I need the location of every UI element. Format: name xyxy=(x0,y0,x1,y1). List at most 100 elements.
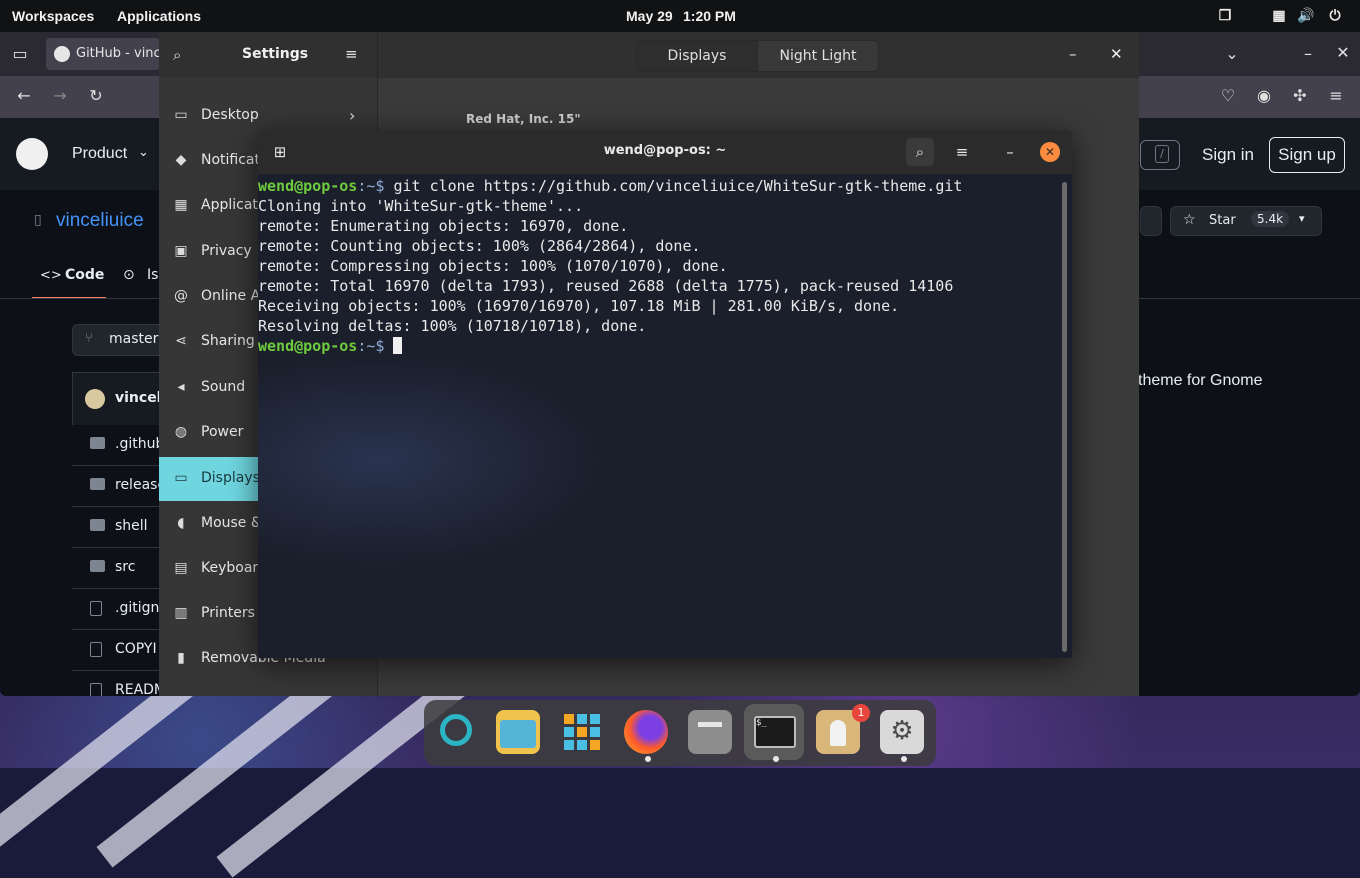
code-icon: <> xyxy=(40,268,62,283)
running-indicator xyxy=(645,756,651,762)
settings-icon[interactable]: ⚙ xyxy=(880,710,924,754)
tab-issues[interactable]: Is xyxy=(147,267,158,283)
terminal-line: wend@pop-os:~$ xyxy=(258,336,403,356)
header-divider xyxy=(377,32,378,78)
gear-icon: ⚙ xyxy=(890,716,914,746)
terminal-line: Cloning into 'WhiteSur-gtk-theme'... xyxy=(258,197,584,215)
star-dropdown-icon[interactable]: ▾ xyxy=(1299,212,1305,225)
tab-night-light[interactable]: Night Light xyxy=(757,40,879,72)
minimize-icon[interactable]: – xyxy=(996,138,1024,166)
close-icon[interactable]: ✕ xyxy=(1331,43,1355,62)
magnifier-lens xyxy=(440,714,472,746)
terminal-line: remote: Total 16970 (delta 1793), reused… xyxy=(258,277,954,295)
search-box[interactable]: / xyxy=(1140,140,1180,170)
usb-icon: ▮ xyxy=(177,650,185,666)
clock-date[interactable]: May 29 xyxy=(626,8,673,24)
hamburger-menu-icon[interactable]: ≡ xyxy=(948,138,976,166)
file-icon xyxy=(90,683,102,696)
github-favicon-icon xyxy=(54,46,70,62)
chevron-down-icon: ⌄ xyxy=(138,145,149,160)
notifications-button[interactable] xyxy=(1140,206,1162,236)
search-shortcut-key: / xyxy=(1155,145,1169,163)
terminal-header-bar: ⊞ wend@pop-os: ~ ⌕ ≡ – ✕ xyxy=(258,130,1072,174)
terminal-line: Receiving objects: 100% (16970/16970), 1… xyxy=(258,297,900,315)
hand-icon: ▣ xyxy=(174,243,188,259)
star-icon: ☆ xyxy=(1183,212,1196,228)
scrollbar[interactable] xyxy=(1062,182,1067,652)
speaker-icon: ◂ xyxy=(177,379,185,395)
sign-up-button[interactable]: Sign up xyxy=(1269,137,1345,173)
repo-description: theme for Gnome xyxy=(1138,372,1263,389)
list-tabs-icon[interactable]: ⌄ xyxy=(1220,44,1244,63)
terminal-icon[interactable]: $_ xyxy=(744,704,804,760)
minimize-icon[interactable]: – xyxy=(1296,44,1320,63)
file-name[interactable]: COPYI xyxy=(115,641,157,657)
sign-in-link[interactable]: Sign in xyxy=(1202,145,1254,165)
dock: $_ 1 ⚙ xyxy=(424,700,936,766)
close-icon[interactable]: ✕ xyxy=(1040,142,1060,162)
file-name[interactable]: .gitign xyxy=(115,600,159,616)
file-name[interactable]: src xyxy=(115,559,135,575)
terminal-line: remote: Counting objects: 100% (2864/286… xyxy=(258,237,701,255)
extensions-icon[interactable]: ✣ xyxy=(1288,86,1312,105)
volume-icon[interactable]: 🔊 xyxy=(1297,7,1314,23)
display-name: Red Hat, Inc. 15" xyxy=(466,112,581,126)
file-name[interactable]: .github xyxy=(115,436,164,452)
settings-header-bar: ⌕ Settings ≡ Displays Night Light – ✕ xyxy=(159,32,1139,79)
notification-badge: 1 xyxy=(852,704,870,722)
terminal-output[interactable]: wend@pop-os:~$ git clone https://github.… xyxy=(258,176,1058,658)
tab-displays[interactable]: Displays xyxy=(636,40,758,72)
window-tiling-icon[interactable]: ❐ xyxy=(1217,7,1233,23)
file-manager-icon[interactable] xyxy=(688,710,732,754)
minimize-icon[interactable]: – xyxy=(1069,45,1077,63)
menu-icon[interactable]: ≡ xyxy=(1324,86,1348,105)
keyboard-layout-icon[interactable]: ▦ xyxy=(1271,7,1287,23)
grid-icon: ▦ xyxy=(174,197,188,213)
forward-icon[interactable]: → xyxy=(48,86,72,105)
file-name[interactable]: shell xyxy=(115,518,148,534)
pocket-icon[interactable]: ♡ xyxy=(1216,86,1240,105)
app-grid-icon[interactable] xyxy=(560,710,604,754)
search-icon[interactable]: ⌕ xyxy=(906,138,934,166)
star-count: 5.4k xyxy=(1251,211,1290,227)
folder-icon xyxy=(90,519,105,531)
printer-icon: ▥ xyxy=(174,605,188,621)
search-icon[interactable]: ⌕ xyxy=(173,46,181,64)
power-icon: ◍ xyxy=(174,424,188,440)
star-label: Star xyxy=(1209,213,1236,228)
folder-icon xyxy=(90,478,105,490)
back-icon[interactable]: ← xyxy=(12,86,36,105)
repo-owner-link[interactable]: vinceliuice xyxy=(56,210,144,232)
applications-button[interactable]: Applications xyxy=(117,8,201,24)
terminal-line: remote: Compressing objects: 100% (1070/… xyxy=(258,257,728,275)
files-app-icon[interactable] xyxy=(496,710,540,754)
tab-code[interactable]: Code xyxy=(65,267,104,283)
file-icon xyxy=(90,642,102,657)
github-logo-icon[interactable] xyxy=(16,138,48,170)
repo-icon: ▯ xyxy=(34,212,42,228)
chevron-right-icon: › xyxy=(349,106,356,125)
file-icon xyxy=(90,601,102,616)
monitor-icon: ▭ xyxy=(174,470,188,486)
search-app-icon[interactable] xyxy=(432,710,476,754)
bell-icon: ◆ xyxy=(175,152,187,168)
terminal-line: wend@pop-os:~$ git clone https://github.… xyxy=(258,177,963,195)
power-menu-icon[interactable]: ⏻ xyxy=(1327,7,1343,23)
tab-overview-icon[interactable]: ▭ xyxy=(8,44,32,63)
clock-time[interactable]: 1:20 PM xyxy=(683,8,736,24)
workspaces-button[interactable]: Workspaces xyxy=(12,8,94,24)
folder-icon xyxy=(90,437,105,449)
share-icon: ⋖ xyxy=(175,333,187,349)
firefox-icon[interactable] xyxy=(624,710,668,754)
hamburger-menu-icon[interactable]: ≡ xyxy=(345,45,358,63)
account-icon[interactable]: ◉ xyxy=(1252,86,1276,105)
issues-icon: ⊙ xyxy=(123,267,135,283)
reload-icon[interactable]: ↻ xyxy=(84,86,108,105)
product-menu[interactable]: Product xyxy=(72,145,127,163)
star-button[interactable]: ☆ Star 5.4k ▾ xyxy=(1170,206,1322,236)
keyboard-icon: ▤ xyxy=(174,560,188,576)
browser-tab[interactable]: GitHub - vince xyxy=(46,38,169,70)
text-cursor xyxy=(393,337,403,354)
at-icon: @ xyxy=(174,288,188,304)
close-icon[interactable]: ✕ xyxy=(1110,45,1123,63)
